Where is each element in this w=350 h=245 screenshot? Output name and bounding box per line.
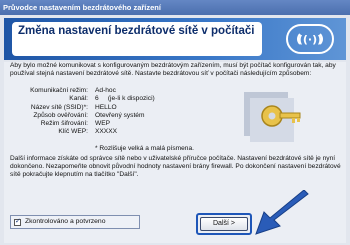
setting-label: Komunikační režim: (30, 87, 88, 94)
case-sensitive-note: * Rozlišuje velká a malá písmena. (95, 145, 194, 152)
setting-label: Způsob ověřování: (33, 111, 88, 119)
setting-row: Kanál: 6 (je-li k dispozici) (4, 95, 244, 103)
info-text: Další informace získáte od správce sítě … (10, 155, 341, 179)
setting-label: Název sítě (SSID)*: (30, 103, 88, 111)
svg-text:((·)): ((·)) (298, 33, 322, 46)
pointer-arrow-icon (255, 190, 309, 235)
setting-row: Režim šifrování: WEP (4, 120, 244, 128)
next-button[interactable]: Další > (200, 217, 248, 231)
wizard-window: Průvodce nastavením bezdrátového zařízen… (0, 0, 350, 245)
setting-label: Režim šifrování: (40, 120, 88, 128)
setting-row: Komunikační režim: Ad-hoc (4, 87, 244, 95)
wizard-header: Změna nastavení bezdrátové sítě v počíta… (4, 18, 346, 60)
page-title: Změna nastavení bezdrátové sítě v počíta… (18, 25, 255, 37)
intro-text: Aby bylo možné komunikovat s konfigurova… (10, 62, 336, 78)
wireless-logo-icon: ((·)) (286, 24, 334, 54)
setting-row: Klíč WEP: XXXXX (4, 128, 244, 136)
setting-label: Kanál: (69, 95, 88, 103)
key-illustration-icon (244, 92, 301, 142)
setting-value: Otevřený systém (95, 111, 145, 119)
setting-value: WEP (95, 120, 111, 128)
content-panel: Aby bylo možné komunikovat s konfigurova… (4, 62, 346, 243)
confirm-checkbox[interactable]: ✓ (14, 218, 21, 226)
confirm-checkbox-group[interactable]: ✓ Zkontrolováno a potvrzeno (10, 215, 140, 229)
setting-label: Klíč WEP: (58, 128, 88, 136)
setting-value: Ad-hoc (95, 87, 116, 94)
header-title-box: Změna nastavení bezdrátové sítě v počíta… (12, 22, 262, 56)
confirm-checkbox-label[interactable]: Zkontrolováno a potvrzeno (25, 218, 105, 225)
setting-row: Název sítě (SSID)*: HELLO (4, 104, 244, 112)
window-title: Průvodce nastavením bezdrátového zařízen… (0, 0, 350, 15)
setting-row: Způsob ověřování: Otevřený systém (4, 112, 244, 120)
setting-value: XXXXX (95, 128, 117, 136)
setting-value: 6 (je-li k dispozici) (95, 95, 155, 103)
settings-list: Komunikační režim: Ad-hoc Kanál: 6 (je-l… (4, 87, 244, 137)
setting-value: HELLO (95, 103, 117, 111)
checkmark-icon: ✓ (15, 218, 21, 225)
